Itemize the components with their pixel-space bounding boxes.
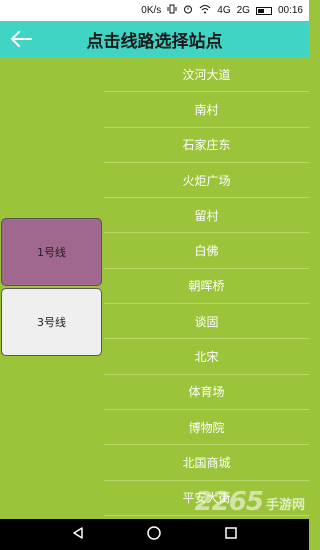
- station-item[interactable]: 体育场: [104, 375, 309, 410]
- navigation-bar: [0, 519, 309, 550]
- network-4g: 4G: [217, 5, 231, 16]
- arrow-left-icon[interactable]: [8, 27, 34, 51]
- station-item[interactable]: 留村: [104, 198, 309, 234]
- station-item[interactable]: 北国商城: [104, 445, 309, 481]
- status-bar: 0K/s 4G 2G 00:16: [0, 0, 309, 21]
- circle-home-icon[interactable]: [146, 525, 162, 545]
- alarm-icon: [183, 4, 193, 17]
- app-header: 点击线路选择站点: [0, 21, 309, 57]
- line-3-label: 3号线: [37, 316, 66, 329]
- watermark: 2265 手游网: [195, 487, 305, 517]
- station-item[interactable]: 博物院: [104, 410, 309, 446]
- watermark-number: 2265: [194, 487, 264, 517]
- line-1-label: 1号线: [37, 246, 66, 259]
- page-title: 点击线路选择站点: [86, 31, 223, 52]
- station-item[interactable]: 朝晖桥: [104, 269, 309, 305]
- station-list: 汶河大道 南村 石家庄东 火炬广场 留村 白佛 朝晖桥 谈固 北宋 体育场 博物…: [104, 57, 309, 516]
- network-speed: 0K/s: [141, 5, 162, 16]
- line-3-button[interactable]: 3号线: [1, 288, 102, 356]
- square-recents-icon[interactable]: [224, 525, 238, 544]
- station-item[interactable]: 石家庄东: [104, 128, 309, 163]
- line-1-button[interactable]: 1号线: [1, 218, 102, 286]
- triangle-back-icon[interactable]: [71, 525, 85, 544]
- network-2g: 2G: [236, 5, 250, 16]
- station-item[interactable]: 火炬广场: [104, 163, 309, 199]
- clock: 00:16: [277, 5, 303, 16]
- station-item[interactable]: 汶河大道: [104, 57, 309, 93]
- station-item[interactable]: 南村: [104, 92, 309, 128]
- main-content: 1号线 3号线 汶河大道 南村 石家庄东 火炬广场 留村 白佛 朝晖桥 谈固 北…: [0, 57, 309, 519]
- vibrate-icon: [167, 4, 177, 17]
- station-item[interactable]: 谈固: [104, 304, 309, 340]
- watermark-text: 手游网: [265, 498, 305, 513]
- station-item[interactable]: 北宋: [104, 339, 309, 375]
- wifi-icon: [199, 4, 211, 17]
- battery-icon: [255, 6, 272, 15]
- station-item[interactable]: 白佛: [104, 233, 309, 269]
